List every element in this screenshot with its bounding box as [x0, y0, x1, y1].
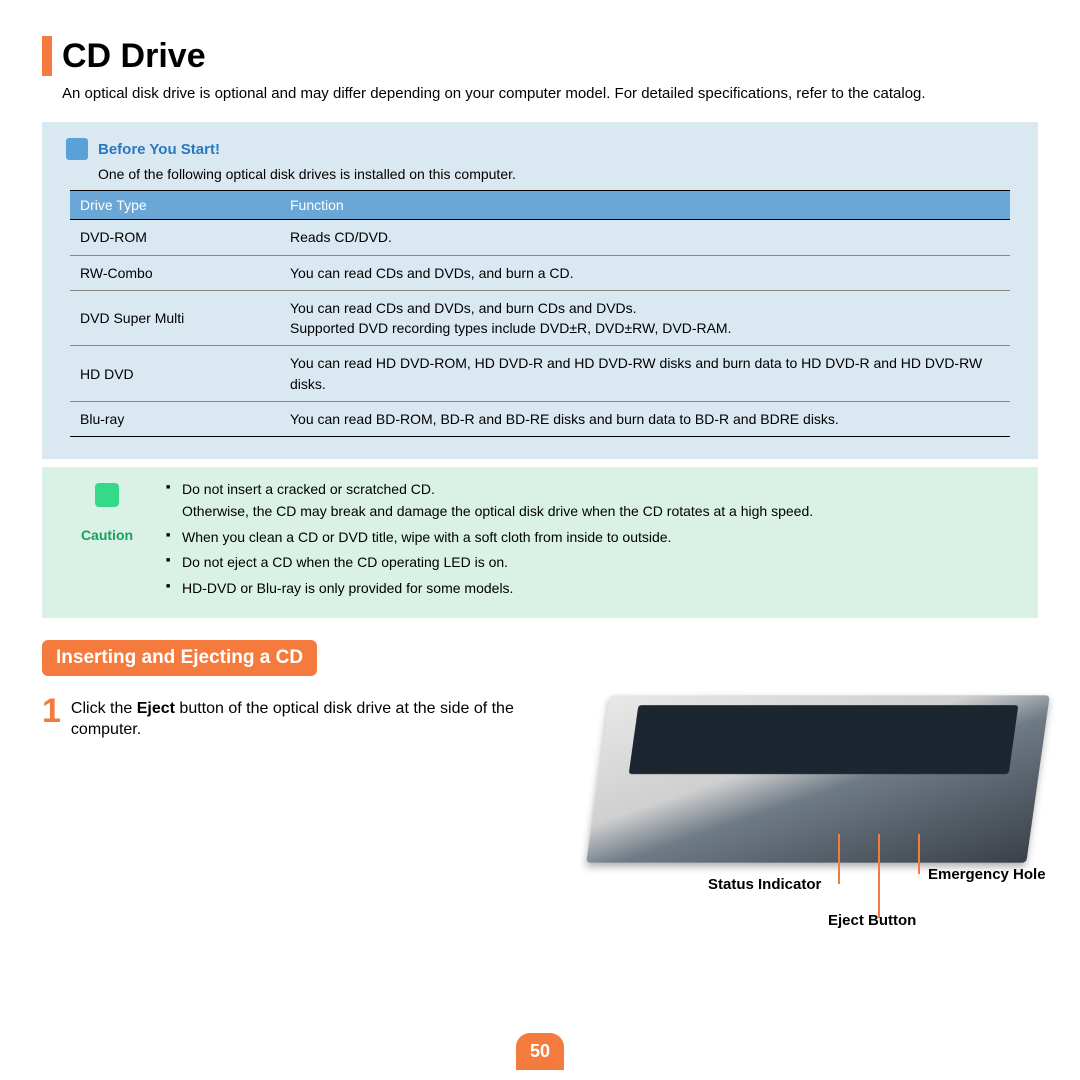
accent-bar-icon — [42, 36, 52, 76]
table-row: HD DVD You can read HD DVD-ROM, HD DVD-R… — [70, 346, 1010, 402]
cell-type: RW-Combo — [70, 255, 280, 290]
col-function: Function — [280, 191, 1010, 220]
drive-table: Drive Type Function DVD-ROM Reads CD/DVD… — [70, 190, 1010, 437]
callout-line-icon — [918, 834, 920, 874]
cell-function: You can read BD-ROM, BD-R and BD-RE disk… — [280, 402, 1010, 437]
cell-type: DVD Super Multi — [70, 290, 280, 346]
callout-line-icon — [838, 834, 840, 884]
table-row: Blu-ray You can read BD-ROM, BD-R and BD… — [70, 402, 1010, 437]
cell-function: Reads CD/DVD. — [280, 220, 1010, 255]
caution-icon — [95, 483, 119, 507]
page-number: 50 — [516, 1033, 564, 1070]
table-row: DVD-ROM Reads CD/DVD. — [70, 220, 1010, 255]
laptop-illustration: SAMSUNG Status Indicator Eject Button Em… — [598, 694, 1038, 924]
caution-list: Do not insert a cracked or scratched CD.… — [166, 479, 813, 603]
step-body: Click the Eject button of the optical di… — [71, 694, 568, 741]
label-emergency-hole: Emergency Hole — [928, 866, 1046, 883]
laptop-icon: SAMSUNG — [586, 695, 1050, 862]
before-you-start-panel: Before You Start! One of the following o… — [42, 122, 1038, 459]
step-text-bold: Eject — [137, 700, 175, 717]
cell-function: You can read HD DVD-ROM, HD DVD-R and HD… — [280, 346, 1010, 402]
label-status-indicator: Status Indicator — [708, 876, 821, 893]
before-you-start-subtitle: One of the following optical disk drives… — [98, 166, 1014, 182]
step-text-pre: Click the — [71, 700, 137, 717]
caution-panel: Caution Do not insert a cracked or scrat… — [42, 467, 1038, 617]
step-number: 1 — [42, 694, 61, 728]
brand-label: SAMSUNG — [791, 709, 863, 721]
intro-text: An optical disk drive is optional and ma… — [62, 84, 1038, 104]
info-icon — [66, 138, 88, 160]
title-row: CD Drive — [42, 36, 1038, 76]
page-number-badge: 50 — [516, 1033, 564, 1070]
cell-type: Blu-ray — [70, 402, 280, 437]
col-drive-type: Drive Type — [70, 191, 280, 220]
table-row: DVD Super Multi You can read CDs and DVD… — [70, 290, 1010, 346]
list-item: HD-DVD or Blu-ray is only provided for s… — [166, 578, 813, 600]
table-row: RW-Combo You can read CDs and DVDs, and … — [70, 255, 1010, 290]
cell-function: You can read CDs and DVDs, and burn a CD… — [280, 255, 1010, 290]
list-item: Do not insert a cracked or scratched CD.… — [166, 479, 813, 522]
before-you-start-title: Before You Start! — [98, 141, 220, 158]
page-title: CD Drive — [62, 37, 206, 76]
cell-function: You can read CDs and DVDs, and burn CDs … — [280, 290, 1010, 346]
list-item: Do not eject a CD when the CD operating … — [166, 552, 813, 574]
section-heading: Inserting and Ejecting a CD — [42, 640, 317, 676]
cell-type: DVD-ROM — [70, 220, 280, 255]
step-1: 1 Click the Eject button of the optical … — [42, 694, 568, 924]
label-eject-button: Eject Button — [828, 912, 916, 929]
caution-label: Caution — [66, 527, 148, 543]
callout-line-icon — [878, 834, 880, 918]
cell-type: HD DVD — [70, 346, 280, 402]
list-item: When you clean a CD or DVD title, wipe w… — [166, 527, 813, 549]
